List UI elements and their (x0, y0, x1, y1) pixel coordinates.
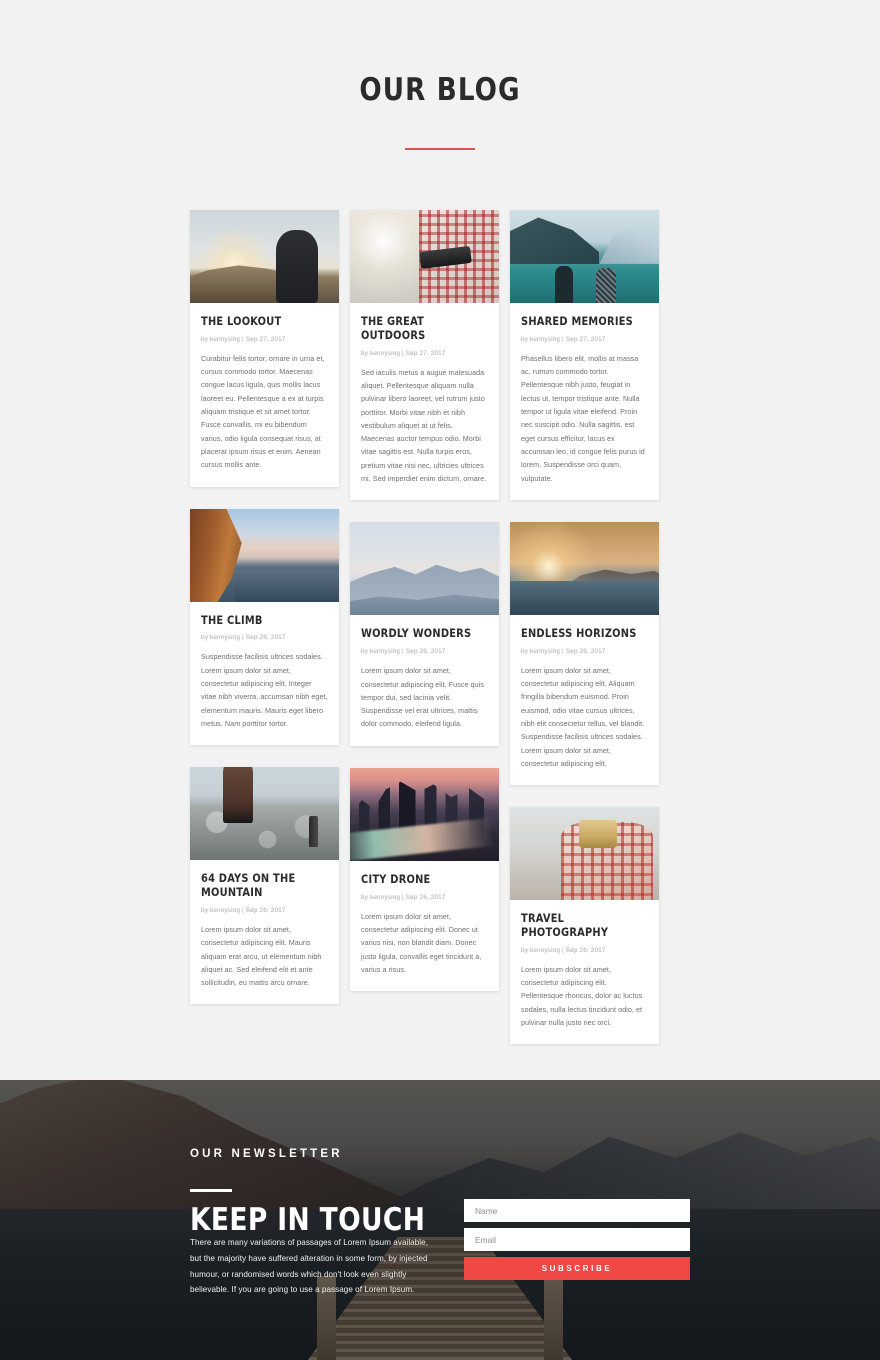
post-title[interactable]: THE CLIMB (201, 613, 322, 628)
camera-person-photo-art (510, 807, 659, 901)
post-meta: by kennysing | Sep 26, 2017 (361, 893, 446, 901)
card-body: TRAVEL PHOTOGRAPHY by kennysing | Sep 26… (510, 900, 659, 1044)
post-title[interactable]: TRAVEL PHOTOGRAPHY (521, 911, 642, 940)
post-meta: by kennysing | Sep 27, 2017 (521, 335, 606, 343)
post-title[interactable]: WORDLY WONDERS (361, 627, 482, 641)
subscribe-button[interactable]: SUBSCRIBE (464, 1257, 690, 1280)
city-skyline-photo-art (350, 767, 499, 861)
sunset-ridge-photo-art (190, 210, 339, 303)
card-body: THE CLIMB by kennysing | Sep 26, 2017 Su… (190, 602, 339, 746)
post-meta: by kennysing | Sep 26, 2017 (201, 634, 286, 642)
blog-section: OUR BLOG THE LOOKOUT by kennysing | Sep … (0, 0, 880, 1080)
card-body: CITY DRONE by kennysing | Sep 26, 2017 L… (350, 861, 499, 991)
post-title[interactable]: 64 DAYS ON THE MOUNTAIN (201, 871, 322, 900)
blog-card-the-great-outdoors[interactable]: THE GREAT OUTDOORS by kennysing | Sep 27… (350, 210, 499, 501)
person-silhouette-left (554, 265, 573, 303)
post-excerpt: Lorem ipsum dolor sit amet, consectetur … (521, 964, 643, 1028)
lake-view-photo-art (510, 210, 659, 303)
blog-card-the-climb[interactable]: THE CLIMB by kennysing | Sep 26, 2017 Su… (190, 508, 339, 746)
post-meta: by kennysing | Sep 26, 2017 (521, 946, 606, 954)
post-thumbnail-shared-memories[interactable] (510, 210, 659, 303)
blog-card-wordly-wonders[interactable]: WORDLY WONDERS by kennysing | Sep 26, 20… (350, 522, 499, 746)
page-title: OUR BLOG (359, 72, 521, 108)
post-excerpt: Lorem ipsum dolor sit amet, consectetur … (521, 665, 645, 768)
card-body: SHARED MEMORIES by kennysing | Sep 27, 2… (510, 303, 659, 500)
newsletter-content: OUR NEWSLETTER KEEP IN TOUCH There are m… (190, 1080, 690, 1360)
post-excerpt: Lorem ipsum dolor sit amet, consectetur … (361, 911, 482, 974)
post-meta: by kennysing | Sep 26, 2017 (201, 906, 286, 914)
blog-column-3: SHARED MEMORIES by kennysing | Sep 27, 2… (510, 210, 659, 1045)
card-body: ENDLESS HORIZONS by kennysing | Sep 26, … (510, 615, 659, 785)
blog-card-the-lookout[interactable]: THE LOOKOUT by kennysing | Sep 27, 2017 … (190, 210, 339, 487)
post-excerpt: Lorem ipsum dolor sit amet, consectetur … (201, 924, 322, 988)
blog-card-64-days-on-the-mountain[interactable]: 64 DAYS ON THE MOUNTAIN by kennysing | S… (190, 767, 339, 1005)
name-input[interactable] (464, 1199, 690, 1222)
post-excerpt: Phasellus libero elit, mollis at massa a… (521, 353, 645, 483)
post-title[interactable]: THE GREAT OUTDOORS (361, 314, 482, 343)
blog-card-endless-horizons[interactable]: ENDLESS HORIZONS by kennysing | Sep 26, … (510, 521, 659, 786)
post-thumbnail-the-climb[interactable] (190, 508, 339, 602)
blog-grid: THE LOOKOUT by kennysing | Sep 27, 2017 … (190, 210, 690, 1045)
email-input[interactable] (464, 1228, 690, 1251)
post-title[interactable]: THE LOOKOUT (201, 314, 322, 329)
card-body: THE LOOKOUT by kennysing | Sep 27, 2017 … (190, 303, 339, 487)
blog-card-city-drone[interactable]: CITY DRONE by kennysing | Sep 26, 2017 L… (350, 767, 499, 992)
eyebrow-divider (190, 1189, 232, 1192)
newsletter-section: OUR NEWSLETTER KEEP IN TOUCH There are m… (0, 1080, 880, 1360)
post-thumbnail-64-days[interactable] (190, 767, 339, 861)
post-meta: by kennysing | Sep 26, 2017 (521, 647, 606, 655)
sunset-sea-photo-art (510, 521, 659, 615)
post-meta: by kennysing | Sep 27, 2017 (201, 335, 286, 343)
person-silhouette-right (596, 267, 616, 303)
camera-lens-shape (590, 827, 607, 843)
plaid-thermos-photo-art (350, 210, 499, 303)
rocky-shore-photo-art (190, 767, 339, 861)
blog-card-shared-memories[interactable]: SHARED MEMORIES by kennysing | Sep 27, 2… (510, 210, 659, 500)
newsletter-form: SUBSCRIBE (464, 1199, 690, 1280)
post-thumbnail-city-drone[interactable] (350, 767, 499, 861)
post-title[interactable]: ENDLESS HORIZONS (521, 626, 642, 641)
post-title[interactable]: SHARED MEMORIES (521, 314, 642, 329)
newsletter-heading: KEEP IN TOUCH (190, 1202, 426, 1238)
blog-column-2: THE GREAT OUTDOORS by kennysing | Sep 27… (350, 210, 499, 992)
post-excerpt: Curabitur felis tortor, ornare in urna e… (201, 353, 325, 470)
sea-cliff-photo-art (190, 508, 339, 602)
card-body: THE GREAT OUTDOORS by kennysing | Sep 27… (350, 303, 499, 500)
post-excerpt: Suspendisse facilisis ultrices sodales. … (201, 652, 328, 728)
post-thumbnail-the-lookout[interactable] (190, 210, 339, 303)
post-excerpt: Lorem ipsum dolor sit amet, consectetur … (361, 666, 484, 729)
post-thumbnail-wordly-wonders[interactable] (350, 522, 499, 616)
layered-mountains-photo-art (350, 522, 499, 616)
post-excerpt: Sed iaculis metus a augue malesuada aliq… (361, 367, 487, 484)
post-title[interactable]: CITY DRONE (361, 872, 482, 887)
post-thumbnail-travel-photography[interactable] (510, 807, 659, 901)
post-meta: by kennysing | Sep 27, 2017 (361, 349, 446, 357)
card-body: 64 DAYS ON THE MOUNTAIN by kennysing | S… (190, 860, 339, 1004)
water-bottle-shape (309, 815, 319, 848)
post-meta: by kennysing | Sep 26, 2017 (361, 648, 446, 656)
card-body: WORDLY WONDERS by kennysing | Sep 26, 20… (350, 615, 499, 745)
title-underline-divider (405, 148, 475, 150)
newsletter-body-text: There are many variations of passages of… (190, 1238, 428, 1295)
post-thumbnail-the-great-outdoors[interactable] (350, 210, 499, 303)
blog-card-travel-photography[interactable]: TRAVEL PHOTOGRAPHY by kennysing | Sep 26… (510, 807, 659, 1045)
newsletter-eyebrow: OUR NEWSLETTER (190, 1148, 343, 1160)
blog-column-1: THE LOOKOUT by kennysing | Sep 27, 2017 … (190, 210, 339, 1005)
post-thumbnail-endless-horizons[interactable] (510, 521, 659, 615)
